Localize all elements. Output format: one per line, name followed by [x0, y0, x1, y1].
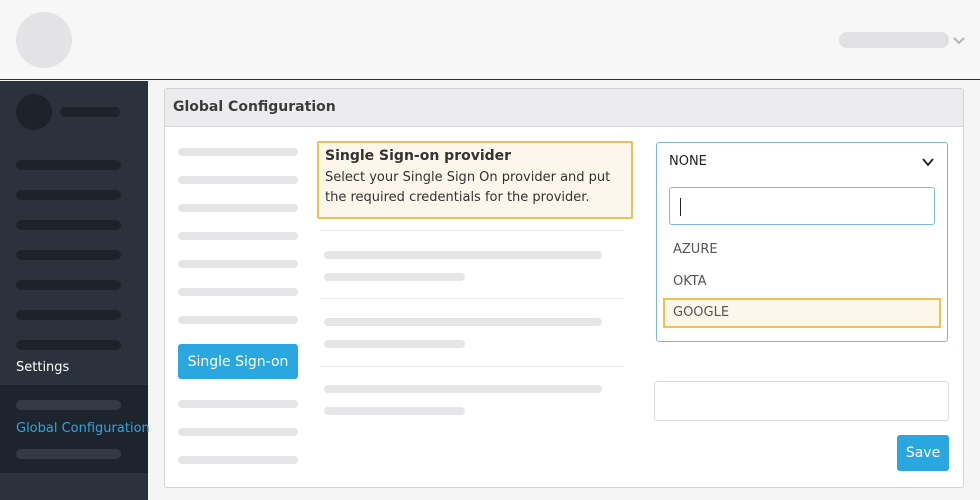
provider-title: Single Sign-on provider — [325, 148, 512, 164]
credential-input[interactable] — [654, 381, 949, 421]
settings-nav-item[interactable] — [178, 316, 298, 324]
field-help-placeholder — [324, 273, 465, 281]
sidebar-item[interactable] — [16, 190, 121, 200]
page-title: Global Configuration — [165, 89, 963, 127]
field-help-placeholder — [324, 340, 465, 348]
settings-nav-item[interactable] — [178, 428, 298, 436]
avatar — [16, 94, 52, 130]
field-label-placeholder — [324, 385, 602, 393]
sidebar-item[interactable] — [16, 160, 121, 170]
settings-nav-item[interactable] — [178, 204, 298, 212]
sidebar-item[interactable] — [16, 250, 121, 260]
user-name-placeholder — [60, 107, 120, 117]
divider — [320, 298, 624, 299]
settings-nav-item[interactable] — [178, 176, 298, 184]
sidebar-submenu: Global Configuration — [0, 385, 150, 473]
sidebar-section-settings[interactable]: Settings — [16, 360, 69, 375]
sidebar-subitem[interactable] — [16, 449, 121, 459]
divider — [320, 366, 624, 367]
field-label-placeholder — [324, 318, 602, 326]
logo-placeholder — [16, 12, 72, 68]
top-bar — [0, 0, 980, 80]
sidebar-item[interactable] — [16, 340, 121, 350]
chevron-down-icon[interactable] — [951, 32, 967, 48]
settings-nav-item[interactable] — [178, 232, 298, 240]
field-label-placeholder — [324, 251, 602, 259]
settings-nav-item[interactable] — [178, 148, 298, 156]
text-cursor — [680, 198, 681, 216]
option-okta[interactable]: OKTA — [663, 267, 941, 297]
settings-nav-item[interactable] — [178, 288, 298, 296]
sidebar-subitem[interactable] — [16, 400, 121, 410]
sidebar-item-global-configuration[interactable]: Global Configuration — [16, 421, 150, 436]
sidebar: Settings Global Configuration — [0, 81, 150, 500]
sidebar-item[interactable] — [16, 280, 121, 290]
divider — [320, 230, 624, 231]
option-azure[interactable]: AZURE — [663, 235, 941, 265]
provider-search-input[interactable] — [669, 187, 935, 225]
settings-nav-item[interactable] — [178, 260, 298, 268]
provider-info-box: Single Sign-on provider Select your Sing… — [317, 141, 633, 219]
provider-select-value[interactable]: NONE — [657, 143, 947, 181]
option-google[interactable]: GOOGLE — [663, 298, 941, 328]
chevron-down-icon[interactable] — [921, 155, 935, 169]
provider-description: Select your Single Sign On provider and … — [325, 170, 611, 205]
settings-nav-item[interactable] — [178, 400, 298, 408]
save-button[interactable]: Save — [897, 435, 949, 471]
single-sign-on-button[interactable]: Single Sign-on — [178, 344, 298, 379]
field-help-placeholder — [324, 407, 465, 415]
provider-dropdown[interactable]: NONE AZURE OKTA GOOGLE — [656, 142, 948, 342]
sidebar-item[interactable] — [16, 310, 121, 320]
user-menu[interactable] — [839, 32, 949, 48]
settings-nav-item[interactable] — [178, 456, 298, 464]
sidebar-item[interactable] — [16, 220, 121, 230]
